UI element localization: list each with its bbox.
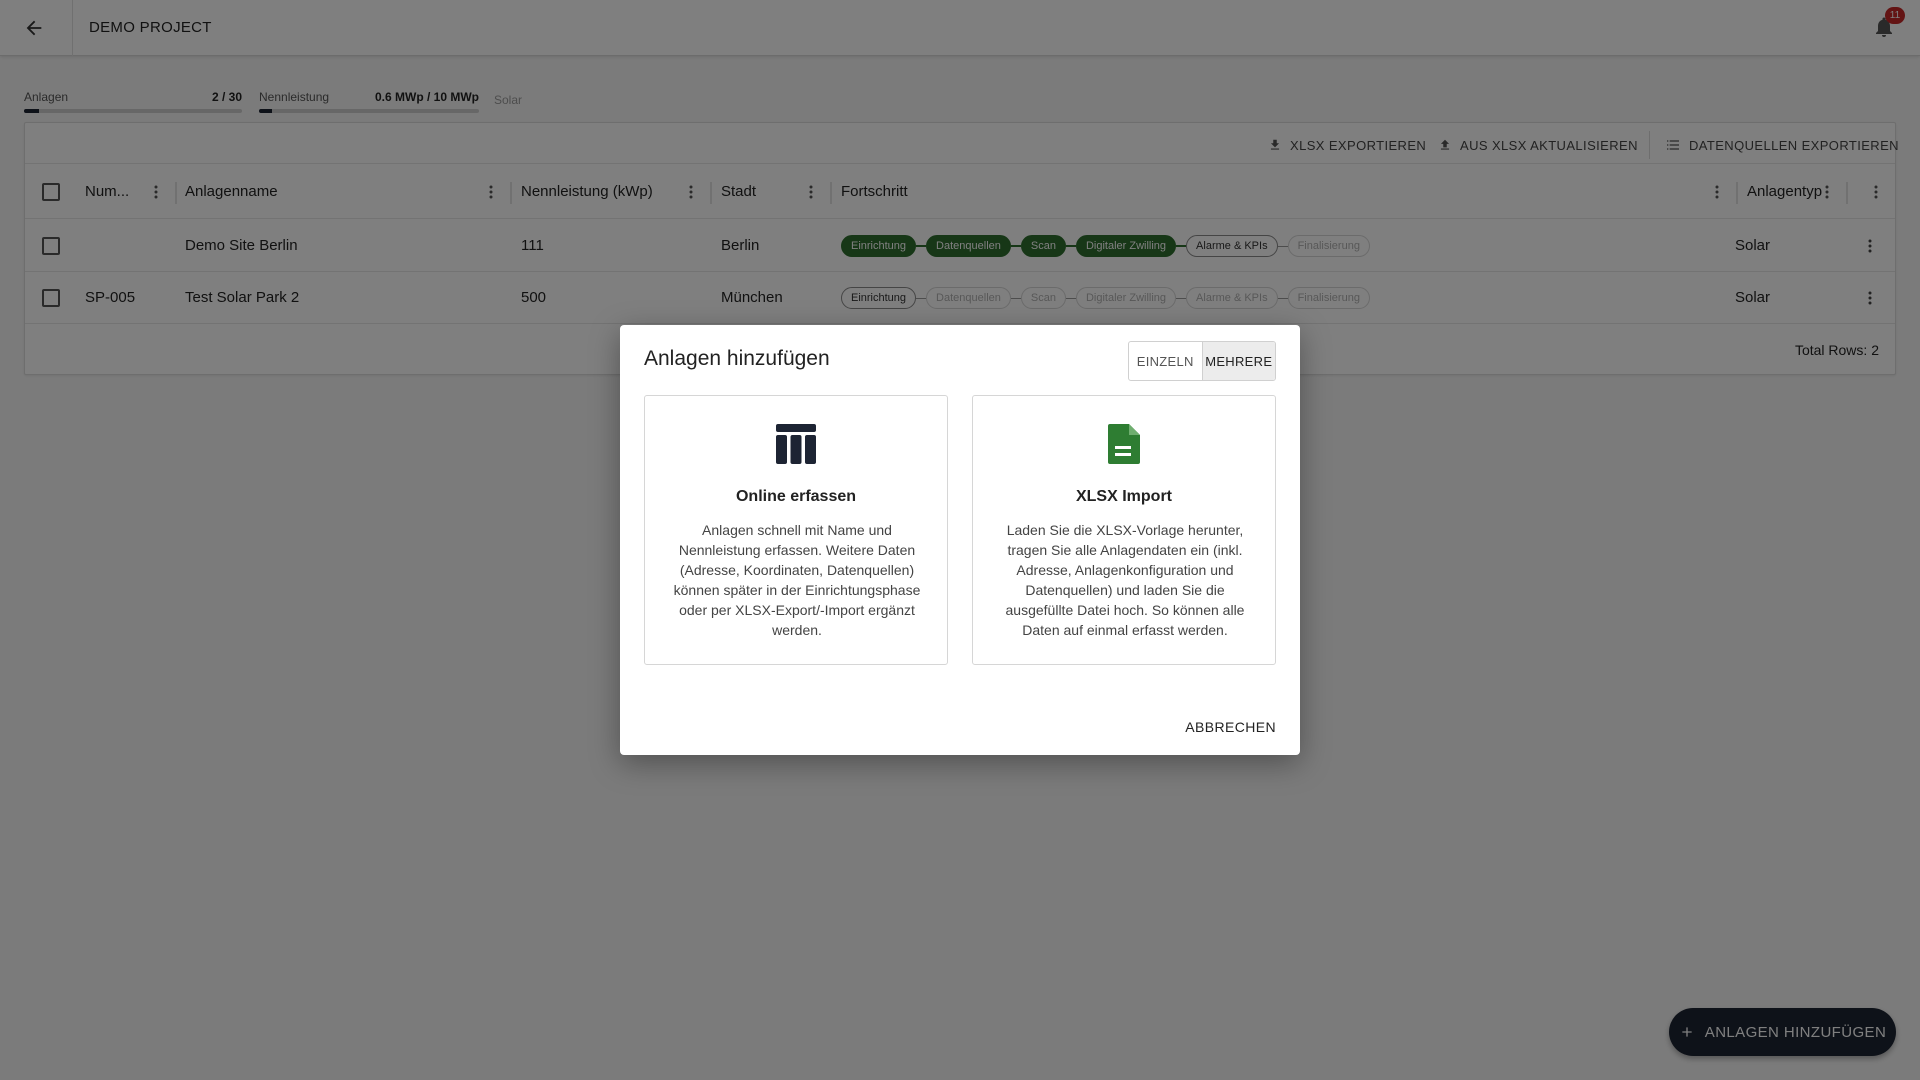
add-sites-dialog: Anlagen hinzufügen EINZELN MEHRERE Onlin… <box>620 325 1300 755</box>
online-entry-option[interactable]: Online erfassen Anlagen schnell mit Name… <box>644 395 948 665</box>
mode-toggle: EINZELN MEHRERE <box>1128 341 1276 381</box>
document-icon <box>1108 424 1140 464</box>
dialog-title: Anlagen hinzufügen <box>644 347 830 370</box>
toggle-multiple[interactable]: MEHRERE <box>1201 342 1275 380</box>
toggle-single[interactable]: EINZELN <box>1129 342 1202 380</box>
xlsx-import-description: Laden Sie die XLSX-Vorlage herunter, tra… <box>1005 522 1245 638</box>
xlsx-import-title: XLSX Import <box>1075 488 1172 505</box>
online-entry-title: Online erfassen <box>735 488 857 505</box>
cancel-button[interactable]: ABBRECHEN <box>1185 715 1276 739</box>
online-entry-description: Anlagen schnell mit Name und Nennleistun… <box>673 522 921 638</box>
table-icon <box>776 424 816 464</box>
xlsx-import-option[interactable]: XLSX Import Laden Sie die XLSX-Vorlage h… <box>972 395 1276 665</box>
